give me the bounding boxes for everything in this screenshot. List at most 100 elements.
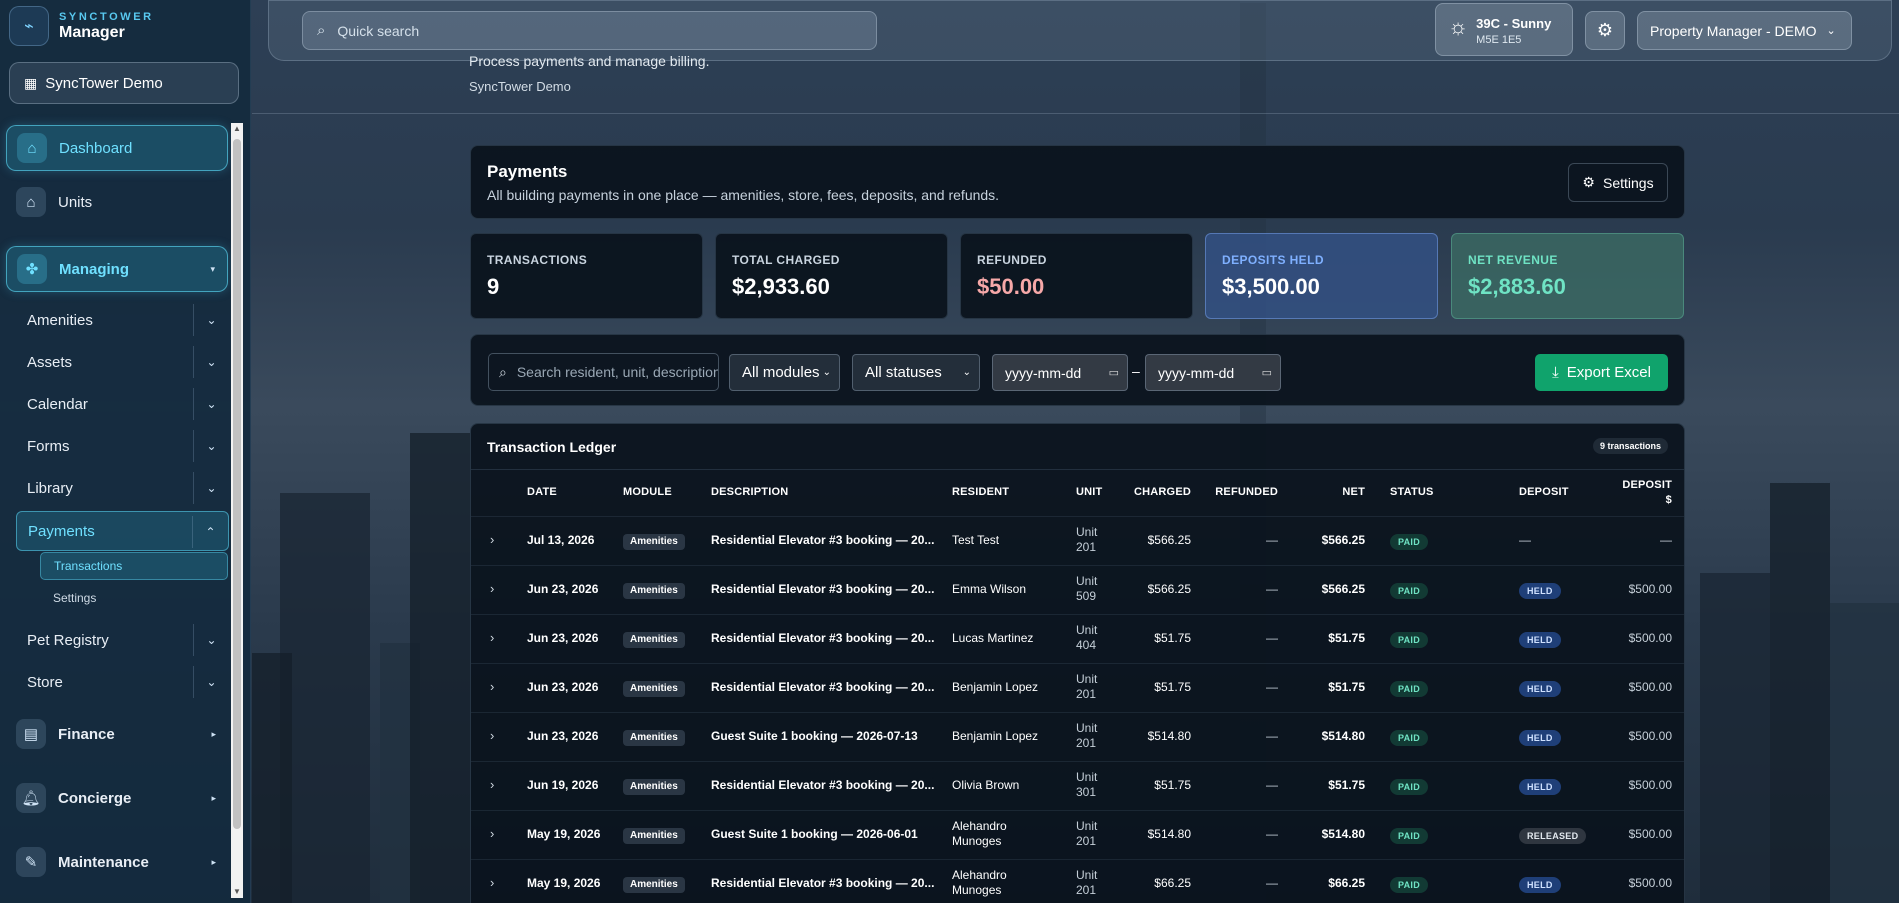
chevron-up-icon[interactable]: ⌃ xyxy=(192,516,228,548)
chevron-down-icon[interactable]: ⌄ xyxy=(193,624,229,656)
col-date[interactable]: DATE xyxy=(527,486,557,498)
col-net[interactable]: NET xyxy=(1281,486,1365,498)
nav-payments-settings[interactable]: Settings xyxy=(40,584,228,612)
nav-dashboard-label: Dashboard xyxy=(59,139,133,157)
deposit-badge: HELD xyxy=(1519,583,1561,599)
table-row[interactable]: › Jun 23, 2026 Amenities Residential Elevat… xyxy=(471,663,1684,712)
col-unit[interactable]: UNIT xyxy=(1076,486,1102,498)
chevron-right-icon[interactable]: › xyxy=(490,679,494,694)
chevron-right-icon[interactable]: › xyxy=(490,630,494,645)
nav-maintenance[interactable]: ✎ Maintenance ▸ xyxy=(6,839,228,885)
nav-payments-label: Payments xyxy=(28,522,95,540)
table-row[interactable]: › May 19, 2026 Amenities Residential Elevat… xyxy=(471,859,1684,903)
nav-assets[interactable]: Assets ⌄ xyxy=(16,342,229,382)
row-resident: Lucas Martinez xyxy=(952,631,1034,645)
nav-payments[interactable]: Payments ⌃ xyxy=(16,511,229,551)
chevron-right-icon[interactable]: › xyxy=(490,728,494,743)
sidebar-scrollbar[interactable]: ▲ ▼ xyxy=(231,123,243,898)
col-resident[interactable]: RESIDENT xyxy=(952,486,1009,498)
chevron-down-icon[interactable]: ⌄ xyxy=(193,666,229,698)
nav-store[interactable]: Store ⌄ xyxy=(16,662,229,702)
chevron-down-icon[interactable]: ⌄ xyxy=(193,346,229,378)
col-refunded[interactable]: REFUNDED xyxy=(1191,486,1278,498)
settings-gear-button[interactable]: ⚙ xyxy=(1585,11,1625,50)
chevron-right-icon[interactable]: › xyxy=(490,826,494,841)
nav-dashboard[interactable]: ⌂ Dashboard xyxy=(6,125,228,171)
col-deposit-amount[interactable]: DEPOSIT $ xyxy=(1591,478,1672,508)
col-charged[interactable]: CHARGED xyxy=(1111,486,1191,498)
calendar-icon[interactable]: ▭ xyxy=(1109,366,1119,379)
date-from-value: yyyy-mm-dd xyxy=(1005,364,1082,381)
quick-search-input[interactable]: ⌕ Quick search xyxy=(302,11,877,50)
date-from-input[interactable]: yyyy-mm-dd ▭ xyxy=(992,354,1128,391)
chevron-down-icon[interactable]: ⌄ xyxy=(193,430,229,462)
row-charged: $51.75 xyxy=(1154,778,1191,792)
org-switcher-button[interactable]: ▦ SyncTower Demo xyxy=(9,62,239,104)
deposit-badge: HELD xyxy=(1519,877,1561,893)
row-net: $51.75 xyxy=(1328,778,1365,792)
col-deposit-amount-line1: DEPOSIT xyxy=(1622,479,1672,491)
nav-managing[interactable]: ✤ Managing ▾ xyxy=(6,246,228,292)
table-row[interactable]: › May 19, 2026 Amenities Guest Suite 1 book… xyxy=(471,810,1684,859)
col-module[interactable]: MODULE xyxy=(623,486,672,498)
nav-finance[interactable]: ▤ Finance ▸ xyxy=(6,711,228,757)
bell-icon: 🔔︎ xyxy=(16,783,46,813)
scroll-thumb[interactable] xyxy=(233,139,241,829)
home-icon: ⌂ xyxy=(16,187,46,217)
brand[interactable]: ⌁ SYNCTOWER Manager xyxy=(9,6,154,46)
calendar-icon[interactable]: ▭ xyxy=(1262,366,1272,379)
chevron-down-icon[interactable]: ⌄ xyxy=(193,472,229,504)
chevron-right-icon[interactable]: › xyxy=(490,875,494,890)
scroll-up-icon[interactable]: ▲ xyxy=(231,123,243,135)
nav-forms[interactable]: Forms ⌄ xyxy=(16,426,229,466)
chevron-right-icon[interactable]: › xyxy=(490,532,494,547)
chevron-down-icon[interactable]: ⌄ xyxy=(193,304,229,336)
row-charged: $566.25 xyxy=(1147,582,1191,596)
module-select[interactable]: All modules ⌄ xyxy=(729,354,840,391)
table-row[interactable]: › Jul 13, 2026 Amenities Residential Elevat… xyxy=(471,516,1684,565)
row-unit: Unit 201 xyxy=(1076,672,1097,702)
row-description: Guest Suite 1 booking — 2026-07-13 xyxy=(711,729,918,743)
table-row[interactable]: › Jun 19, 2026 Amenities Residential Elevat… xyxy=(471,761,1684,810)
nav-payments-transactions[interactable]: Transactions xyxy=(40,552,228,580)
row-net: $514.80 xyxy=(1321,827,1365,841)
nav-amenities[interactable]: Amenities ⌄ xyxy=(16,300,229,340)
row-date: Jun 23, 2026 xyxy=(527,582,599,596)
table-row[interactable]: › Jun 23, 2026 Amenities Residential Elevat… xyxy=(471,565,1684,614)
table-row[interactable]: › Jun 23, 2026 Amenities Guest Suite 1 book… xyxy=(471,712,1684,761)
filter-panel: ⌕ Search resident, unit, description All… xyxy=(470,334,1685,406)
row-unit-line1: Unit xyxy=(1076,721,1098,735)
role-menu-button[interactable]: Property Manager - DEMO ⌄ xyxy=(1637,11,1852,50)
chevron-right-icon[interactable]: › xyxy=(490,777,494,792)
chevron-down-icon[interactable]: ⌄ xyxy=(193,388,229,420)
row-unit: Unit 404 xyxy=(1076,623,1097,653)
status-badge: PAID xyxy=(1390,632,1429,648)
col-deposit[interactable]: DEPOSIT xyxy=(1519,486,1569,498)
nav-library[interactable]: Library ⌄ xyxy=(16,468,229,508)
ledger-search-input[interactable]: ⌕ Search resident, unit, description xyxy=(488,353,719,391)
row-unit-line1: Unit xyxy=(1076,770,1098,784)
status-badge: PAID xyxy=(1390,779,1429,795)
nav-units[interactable]: ⌂ Units xyxy=(6,179,228,225)
chevron-down-icon: ⌄ xyxy=(962,367,971,378)
export-excel-button[interactable]: ⤓ Export Excel xyxy=(1535,354,1668,391)
nav-concierge[interactable]: 🔔︎ Concierge ▸ xyxy=(6,775,228,821)
col-description[interactable]: DESCRIPTION xyxy=(711,486,788,498)
payments-settings-button[interactable]: ⚙ Settings xyxy=(1568,163,1668,202)
stat-label: DEPOSITS HELD xyxy=(1222,253,1324,267)
chevron-right-icon[interactable]: › xyxy=(490,581,494,596)
row-deposit-amount: $500.00 xyxy=(1628,631,1672,645)
deposit-badge: HELD xyxy=(1519,681,1561,697)
module-select-value: All modules xyxy=(742,364,820,381)
weather-widget[interactable]: ☼ 39C - Sunny M5E 1E5 xyxy=(1435,3,1573,56)
table-row[interactable]: › Jun 23, 2026 Amenities Residential Elevat… xyxy=(471,614,1684,663)
date-to-input[interactable]: yyyy-mm-dd ▭ xyxy=(1145,354,1281,391)
row-unit: Unit 201 xyxy=(1076,868,1097,898)
scroll-down-icon[interactable]: ▼ xyxy=(231,886,243,898)
status-select[interactable]: All statuses ⌄ xyxy=(852,354,980,391)
deposit-badge: HELD xyxy=(1519,730,1561,746)
nav-pet-registry[interactable]: Pet Registry ⌄ xyxy=(16,620,229,660)
col-status[interactable]: STATUS xyxy=(1390,486,1434,498)
nav-calendar[interactable]: Calendar ⌄ xyxy=(16,384,229,424)
weather-postal: M5E 1E5 xyxy=(1476,34,1522,46)
